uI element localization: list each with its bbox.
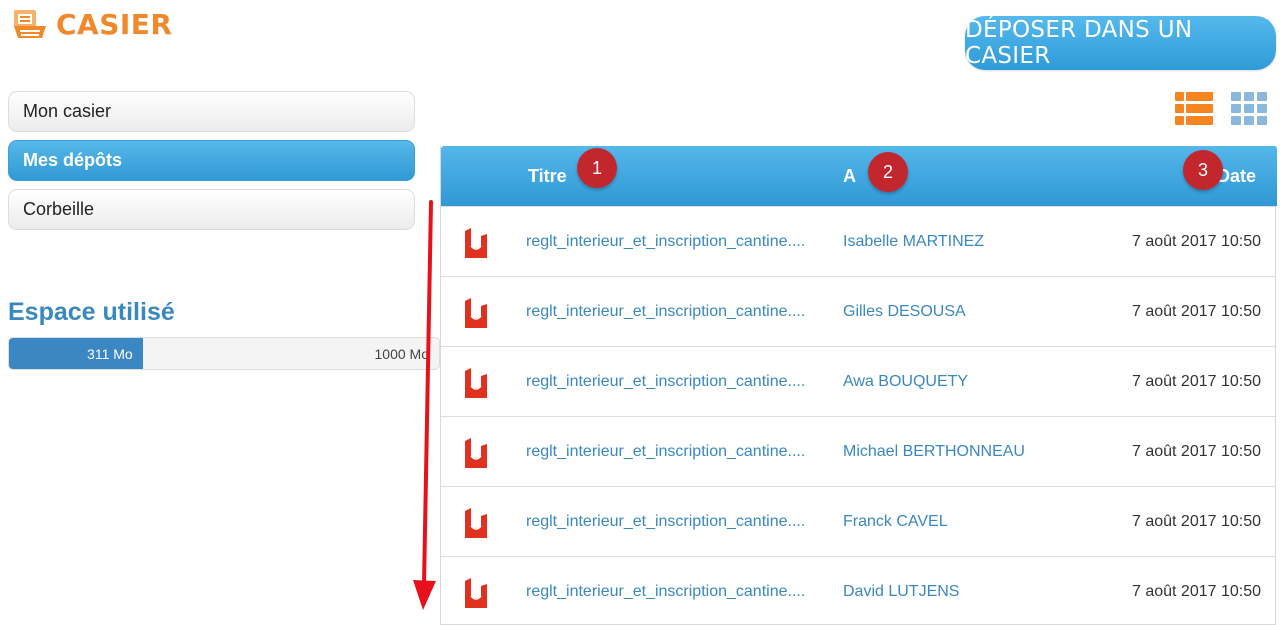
casier-logo-icon [14, 10, 46, 38]
table-row[interactable]: reglt_interieur_et_inscription_cantine..… [441, 346, 1275, 416]
recipient-link[interactable]: Franck CAVEL [843, 487, 948, 557]
annotation-badge-2: 2 [868, 152, 908, 192]
file-title-link[interactable]: reglt_interieur_et_inscription_cantine..… [526, 557, 805, 625]
storage-progress-bar: 311 Mo 1000 Mo [8, 337, 440, 370]
storage-title: Espace utilisé [8, 298, 175, 326]
file-title-link[interactable]: reglt_interieur_et_inscription_cantine..… [526, 207, 805, 277]
list-view-icon[interactable] [1175, 92, 1213, 125]
date-cell: 7 août 2017 10:50 [1131, 303, 1261, 320]
recipient-link[interactable]: Gilles DESOUSA [843, 277, 966, 347]
scroll-down-arrow-annotation [413, 200, 436, 610]
table-row[interactable]: reglt_interieur_et_inscription_cantine..… [441, 206, 1275, 276]
table-row[interactable]: reglt_interieur_et_inscription_cantine..… [441, 486, 1275, 556]
annotation-badge-3: 3 [1183, 150, 1223, 190]
recipient-link[interactable]: Isabelle MARTINEZ [843, 207, 984, 277]
sidebar-item-corbeille[interactable]: Corbeille [8, 189, 415, 230]
date-cell: 7 août 2017 10:50 [1131, 233, 1261, 250]
recipient-link[interactable]: David LUTJENS [843, 557, 959, 625]
file-title-link[interactable]: reglt_interieur_et_inscription_cantine..… [526, 277, 805, 347]
deposit-button[interactable]: DÉPOSER DANS UN CASIER [965, 16, 1276, 70]
file-title-link[interactable]: reglt_interieur_et_inscription_cantine..… [526, 487, 805, 557]
table-row[interactable]: reglt_interieur_et_inscription_cantine..… [441, 556, 1275, 625]
deposits-table: Titre 1 A 2 Date 3 reglt_interieur_et_in… [440, 146, 1277, 625]
pdf-file-icon[interactable] [463, 298, 489, 328]
file-title-link[interactable]: reglt_interieur_et_inscription_cantine..… [526, 347, 805, 417]
date-cell: 7 août 2017 10:50 [1131, 373, 1261, 390]
pdf-file-icon[interactable] [463, 508, 489, 538]
date-cell: 7 août 2017 10:50 [1131, 443, 1261, 460]
pdf-file-icon[interactable] [463, 228, 489, 258]
sidebar-item-mon-casier[interactable]: Mon casier [8, 91, 415, 132]
table-row[interactable]: reglt_interieur_et_inscription_cantine..… [441, 276, 1275, 346]
pdf-file-icon[interactable] [463, 438, 489, 468]
grid-view-icon[interactable] [1231, 92, 1267, 125]
pdf-file-icon[interactable] [463, 368, 489, 398]
storage-used-label: 311 Mo [87, 345, 133, 362]
annotation-badge-1: 1 [577, 148, 617, 188]
table-row[interactable]: reglt_interieur_et_inscription_cantine..… [441, 416, 1275, 486]
recipient-link[interactable]: Awa BOUQUETY [843, 347, 968, 417]
app-logo[interactable]: CASIER [12, 6, 173, 42]
column-header-a[interactable]: A [843, 146, 856, 206]
column-header-date[interactable]: Date [1217, 146, 1277, 206]
storage-used-fill: 311 Mo [9, 338, 143, 369]
file-title-link[interactable]: reglt_interieur_et_inscription_cantine..… [526, 417, 805, 487]
app-title: CASIER [56, 7, 173, 41]
pdf-file-icon[interactable] [463, 578, 489, 608]
sidebar-item-mes-depots[interactable]: Mes dépôts [8, 140, 415, 181]
column-header-titre[interactable]: Titre [528, 146, 567, 206]
date-cell: 7 août 2017 10:50 [1131, 583, 1261, 600]
table-header: Titre 1 A 2 Date 3 [441, 146, 1277, 206]
recipient-link[interactable]: Michael BERTHONNEAU [843, 417, 1025, 487]
date-cell: 7 août 2017 10:50 [1131, 513, 1261, 530]
